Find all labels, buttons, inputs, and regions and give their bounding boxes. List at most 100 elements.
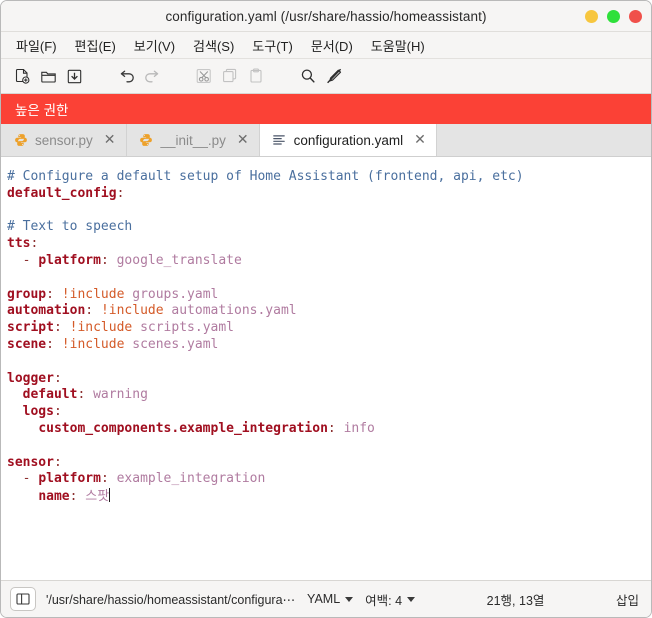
copy-icon [217,63,243,89]
code-token: example_integration [116,471,266,487]
code-token: : [85,303,101,319]
code-token: default [22,387,78,403]
code-token: : [53,404,62,420]
file-path-label: '/usr/share/hassio/homeassistant/configu… [46,592,296,607]
code-line: - platform: google_translate [7,253,651,270]
open-folder-icon[interactable] [35,63,61,89]
save-file-icon[interactable] [61,63,87,89]
text-cursor [109,488,111,503]
new-file-icon[interactable] [9,63,35,89]
title-bar: configuration.yaml (/usr/share/hassio/ho… [1,1,651,32]
window-title: configuration.yaml (/usr/share/hassio/ho… [165,8,487,24]
code-token: !include [100,303,172,319]
tab-close-icon[interactable]: ✕ [414,133,426,147]
menu-bar: 파일(F) 편집(E) 보기(V) 검색(S) 도구(T) 문서(D) 도움말(… [1,32,651,59]
code-line: logger: [7,371,651,388]
highlight-off-icon[interactable] [321,63,347,89]
code-token: groups.yaml [132,286,219,302]
search-icon[interactable] [295,63,321,89]
code-token: script [7,320,54,336]
code-token: : [100,252,117,268]
tab-label: sensor.py [35,132,93,148]
menu-file[interactable]: 파일(F) [7,33,66,58]
language-label: YAML [307,592,341,606]
menu-documents[interactable]: 문서(D) [302,33,362,58]
code-token: sensor [7,454,54,470]
code-token: name [38,489,70,505]
tab-close-icon[interactable]: ✕ [104,133,116,147]
cursor-position-label: 21행, 13열 [486,593,545,608]
code-line [7,438,651,455]
code-token: info [343,420,375,436]
menu-search[interactable]: 검색(S) [184,33,243,58]
code-token: : [53,320,70,336]
code-token: platform [38,471,101,487]
text-editor-window: configuration.yaml (/usr/share/hassio/ho… [0,0,652,618]
code-token: : [53,370,62,386]
toolbar [1,59,651,94]
tab-close-icon[interactable]: ✕ [237,133,249,147]
code-token: : [116,185,125,201]
code-line: scene: !include scenes.yaml [7,337,651,354]
code-token: : [30,236,39,252]
code-token: logger [7,370,54,386]
menu-edit[interactable]: 편집(E) [66,33,125,58]
sidebar-toggle-icon[interactable] [10,587,36,611]
tab-label: __init__.py [160,132,226,148]
menu-view[interactable]: 보기(V) [125,33,184,58]
code-token: automation [7,303,86,319]
code-token: group [7,286,47,302]
code-token: tts [7,236,31,252]
indent-label: 여백: 4 [365,593,403,608]
maximize-button[interactable] [607,9,620,23]
tab-bar: sensor.py ✕ __init__.py ✕ configuration.… [1,124,651,157]
indent-selector[interactable]: 여백: 4 [365,590,416,609]
code-content[interactable]: # Configure a default setup of Home Assi… [7,169,651,505]
code-token: custom_components.example_integration [38,420,328,436]
close-button[interactable] [629,9,642,23]
code-line: group: !include groups.yaml [7,287,651,304]
tab-label: configuration.yaml [293,132,404,148]
code-token: - [7,252,39,268]
code-token: : [77,387,94,403]
redo-icon [139,63,165,89]
cut-icon [191,63,217,89]
code-token: warning [93,387,148,403]
code-token: !include [69,320,141,336]
code-token: logs [22,404,54,420]
python-file-icon [139,133,154,148]
minimize-button[interactable] [585,9,598,23]
menu-tools[interactable]: 도구(T) [243,33,302,58]
code-token: : [53,454,62,470]
tab-configuration-yaml[interactable]: configuration.yaml ✕ [259,124,437,156]
code-line: tts: [7,236,651,253]
code-token: platform [38,252,101,268]
code-token: : [100,471,117,487]
code-token: 스팟 [85,489,110,505]
code-token: : [327,420,344,436]
language-selector[interactable]: YAML [307,592,354,606]
code-line: - platform: example_integration [7,471,651,488]
code-line: name: 스팟 [7,488,651,505]
code-line [7,203,651,220]
undo-icon[interactable] [113,63,139,89]
code-line: # Configure a default setup of Home Assi… [7,169,651,186]
code-line: custom_components.example_integration: i… [7,421,651,438]
code-line: sensor: [7,455,651,472]
menu-help[interactable]: 도움말(H) [362,33,434,58]
code-token: : [46,286,62,302]
chevron-down-icon [407,596,416,602]
code-editor[interactable]: # Configure a default setup of Home Assi… [1,157,651,580]
code-line [7,270,651,287]
code-token: - [7,471,39,487]
tab-sensor-py[interactable]: sensor.py ✕ [1,124,127,156]
code-token: scene [7,336,47,352]
tab-init-py[interactable]: __init__.py ✕ [126,124,260,156]
